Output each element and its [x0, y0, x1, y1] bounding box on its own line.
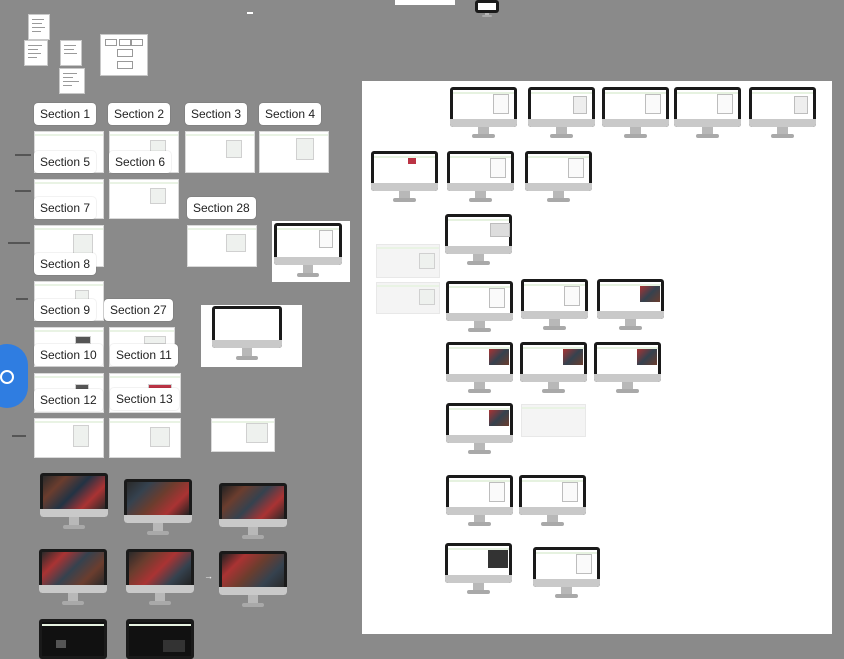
monitor-mockup-dark[interactable] [40, 473, 108, 533]
user-avatar[interactable] [0, 344, 28, 408]
section-label-2[interactable]: Section 2 [108, 103, 171, 125]
section-card[interactable] [211, 418, 275, 452]
section-label-4[interactable]: Section 4 [259, 103, 322, 125]
monitor-mockup-dark[interactable] [126, 549, 194, 609]
monitor-mockup[interactable] [597, 279, 664, 331]
monitor-mockup[interactable] [521, 279, 588, 331]
section-label-12[interactable]: Section 12 [34, 389, 103, 411]
section-label-9[interactable]: Section 9 [34, 299, 97, 321]
ghost-frame[interactable] [521, 404, 586, 437]
monitor-mockup-dark[interactable] [39, 619, 107, 659]
monitor-mockup[interactable] [519, 475, 586, 527]
row-label [15, 154, 31, 156]
section-label-28[interactable]: Section 28 [187, 197, 256, 219]
section-label-8[interactable]: Section 8 [34, 253, 97, 275]
monitor-icon[interactable] [475, 0, 499, 18]
monitor-mockup[interactable] [446, 475, 513, 527]
doc-thumbnail[interactable] [24, 40, 48, 66]
ghost-frame[interactable] [376, 282, 440, 314]
monitor-mockup[interactable] [520, 342, 587, 394]
section-card[interactable] [187, 225, 257, 267]
monitor-mockup[interactable] [446, 403, 513, 455]
flowchart-thumbnail[interactable] [100, 34, 148, 76]
monitor-mockup[interactable] [533, 547, 600, 599]
section-label-27[interactable]: Section 27 [104, 299, 173, 321]
monitor-mockup[interactable] [602, 87, 669, 139]
monitor-mockup[interactable] [445, 543, 512, 595]
monitor-mockup[interactable] [447, 151, 514, 203]
section-label-7[interactable]: Section 7 [34, 197, 97, 219]
section-label-3[interactable]: Section 3 [185, 103, 248, 125]
section-label-6[interactable]: Section 6 [109, 151, 172, 173]
section-card[interactable] [34, 418, 104, 458]
monitor-mockup[interactable] [212, 306, 282, 366]
row-label [15, 190, 31, 192]
doc-thumbnail[interactable] [60, 40, 82, 66]
monitor-mockup[interactable] [528, 87, 595, 139]
section-label-1[interactable]: Section 1 [34, 103, 97, 125]
monitor-mockup[interactable] [450, 87, 517, 139]
monitor-mockup[interactable] [525, 151, 592, 203]
row-label [8, 242, 30, 244]
monitor-mockup[interactable] [446, 342, 513, 394]
section-label-11[interactable]: Section 11 [110, 344, 178, 366]
monitor-mockup-dark[interactable] [219, 551, 287, 611]
arrow-connector: → [204, 571, 213, 581]
monitor-mockup[interactable] [445, 214, 512, 266]
section-card[interactable] [109, 179, 179, 219]
monitor-mockup[interactable] [446, 281, 513, 333]
section-card[interactable] [259, 131, 329, 173]
row-label [12, 435, 26, 437]
doc-thumbnail[interactable] [59, 68, 85, 94]
section-label-13[interactable]: Section 13 [110, 388, 179, 410]
section-label-10[interactable]: Section 10 [34, 344, 103, 366]
user-avatar-icon [0, 370, 14, 384]
monitor-mockup[interactable] [674, 87, 741, 139]
row-label [16, 298, 28, 300]
monitor-mockup-dark[interactable] [39, 549, 107, 609]
monitor-mockup-dark[interactable] [124, 479, 192, 539]
doc-thumbnail[interactable] [28, 14, 50, 40]
monitor-mockup[interactable] [274, 223, 342, 281]
monitor-mockup-dark[interactable] [126, 619, 194, 659]
section-label-5[interactable]: Section 5 [34, 151, 97, 173]
monitor-mockup[interactable] [594, 342, 661, 394]
tiny-marker [247, 12, 253, 14]
top-bar-frame[interactable] [395, 0, 455, 5]
ghost-frame[interactable] [376, 244, 440, 278]
section-card[interactable] [109, 418, 181, 458]
monitor-mockup[interactable] [371, 151, 438, 203]
monitor-mockup-dark[interactable] [219, 483, 287, 543]
monitor-mockup[interactable] [749, 87, 816, 139]
section-card[interactable] [185, 131, 255, 173]
